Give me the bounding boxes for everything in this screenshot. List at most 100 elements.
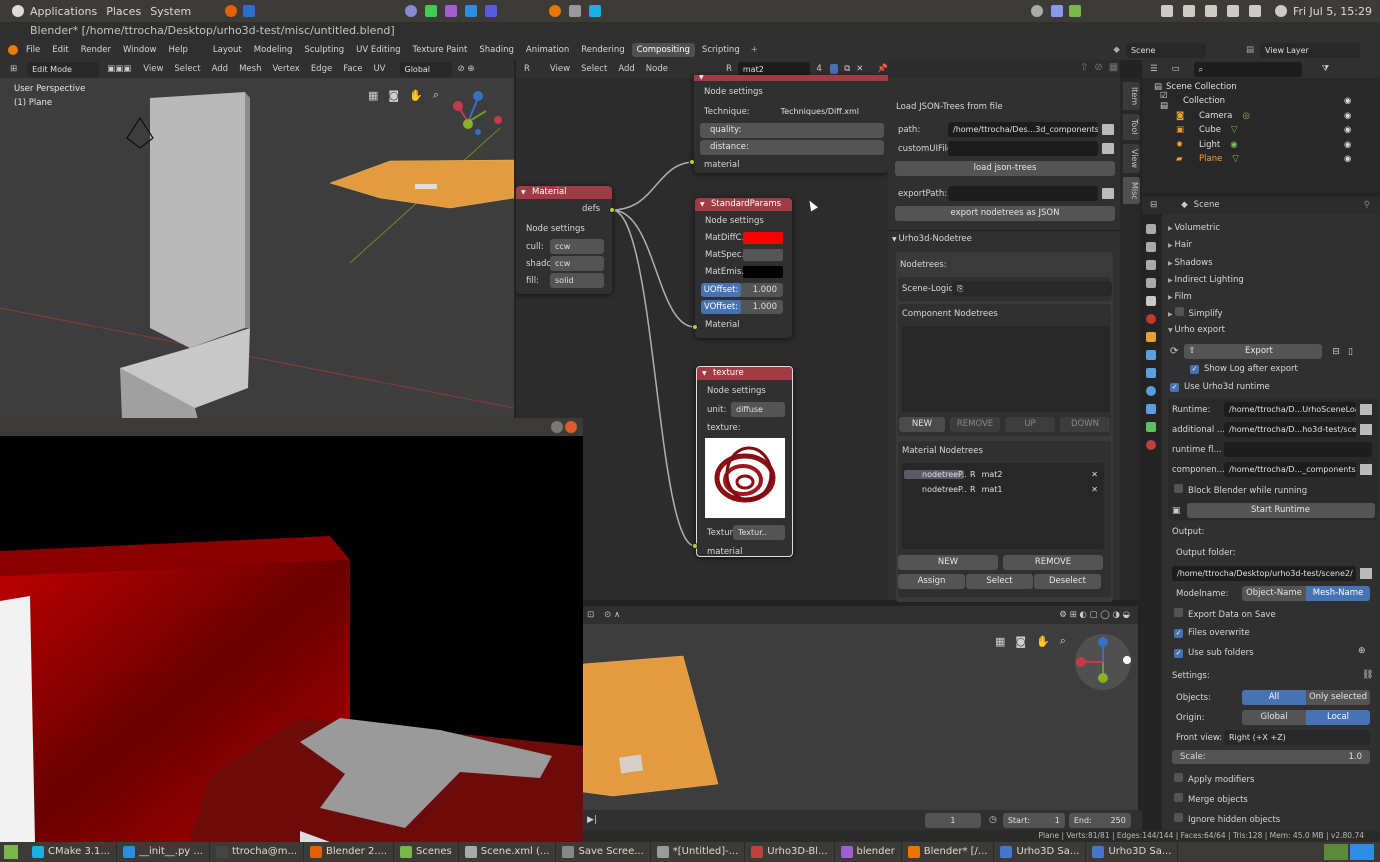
mail-tray-icon[interactable] [1226,5,1239,17]
taskbar-item[interactable]: Blender* [/... [902,842,995,862]
select-button[interactable]: Select [966,574,1033,589]
clock-icon[interactable]: ◷ [989,815,997,825]
component-new-button[interactable]: NEW [899,417,945,432]
voffset-field[interactable]: VOffset: 1.000 [701,300,783,314]
scene-tab-icon[interactable] [1146,296,1156,306]
runtime-flags-field[interactable] [1224,442,1372,457]
proportional-edit-icon[interactable]: ⊙ ∧ [604,610,620,620]
assign-button[interactable]: Assign [898,574,965,589]
origin-local-option[interactable]: Local [1306,710,1370,725]
sidebar-tab-view[interactable]: View [1123,143,1140,173]
playback-icon[interactable]: ▶| [587,815,597,825]
eye-icon[interactable]: ◉ [1344,96,1351,106]
parent-node-icon[interactable]: ⇧ [1080,62,1088,73]
menu-edge[interactable]: Edge [311,64,332,74]
zoom-icon[interactable]: ⌕ [433,88,439,102]
mat-specular-color[interactable] [743,249,783,261]
nodetree-panel-title[interactable]: ▼ Urho3d-Nodetree [892,234,972,244]
folder-icon[interactable] [1360,424,1372,435]
material-new-button[interactable]: NEW [898,555,998,570]
folder-icon[interactable] [1360,568,1372,579]
battery-tray-icon[interactable] [1068,5,1081,17]
section-film[interactable]: ▶ Film [1168,289,1378,306]
outliner-item-camera[interactable]: ◙ Camera ◎ ◉ [1160,109,1380,124]
texture-node-header[interactable]: texture [697,367,792,380]
thunderbird-launcher-icon[interactable] [243,5,256,17]
steam-tray-icon[interactable] [1030,5,1043,17]
zoom-icon[interactable]: ⌕ [1060,634,1066,648]
texture-preview[interactable] [705,438,785,518]
use-runtime-checkbox[interactable]: ✓ Use Urho3d runtime [1170,382,1270,392]
add-icon[interactable]: ⊕ [1358,646,1366,656]
workspace-tab-shading[interactable]: Shading [474,43,519,57]
settings-launcher-icon[interactable] [569,5,582,17]
taskbar-item[interactable]: Urho3D Sa... [994,842,1087,862]
outliner-item-collection[interactable]: ☑ ▤ Collection ◉ [1160,91,1380,111]
filter-icon[interactable]: ⧩ [1322,64,1330,74]
object-data-icon[interactable]: ▽ [1232,154,1239,164]
material-nodetree-item[interactable]: nodetreeP.. Rmat1 ✕ [902,482,1104,496]
menu-help[interactable]: Help [168,45,187,55]
menu-edit[interactable]: Edit [52,45,68,55]
nodetree-name[interactable]: mat2 [982,470,1003,479]
mat-diffuse-color[interactable] [743,232,783,244]
ubuntu-logo-icon[interactable] [12,5,24,17]
folder-icon[interactable] [1102,188,1114,199]
outliner-item-light[interactable]: ✹ Light ◉ ◉ [1160,138,1380,153]
sidebar-tab-misc[interactable]: Misc [1123,176,1140,205]
scene-logic-field[interactable]: ⎘ [952,281,1112,296]
app-launcher-icon[interactable] [405,5,418,17]
technique-node-header[interactable]: technique [694,75,888,81]
output-tab-icon[interactable] [1146,260,1156,270]
custom-ui-field[interactable] [948,141,1098,156]
technique-node[interactable]: technique Node settings Technique: Techn… [694,75,888,173]
shadow-select[interactable]: ccw [550,256,604,271]
outliner[interactable]: ☰ ▭ ⌕ ⧩ ▤ Scene Collection ☑ ▤ Collection ◉… [1142,60,1380,194]
current-frame-field[interactable]: 1 [924,812,981,828]
folder-icon[interactable] [1102,124,1114,135]
outliner-item-plane[interactable]: ▰ Plane ▽ ◉ [1160,152,1380,167]
refresh-icon[interactable]: ⟳ [1170,346,1178,357]
particles-tab-icon[interactable] [1146,368,1156,378]
grid-icon[interactable]: ▦ [368,89,378,102]
load-json-button[interactable]: load json-trees [895,161,1115,176]
network-tray-icon[interactable] [1160,5,1173,17]
runtime-field[interactable]: /home/ttrocha/D...UrhoSceneLoader [1224,402,1356,417]
outliner-item-cube[interactable]: ▣ Cube ▽ ◉ [1160,123,1380,138]
cull-select[interactable]: ccw [550,239,604,254]
object-data-icon[interactable]: ◎ [1242,111,1249,121]
pin-icon[interactable]: ⚲ [1364,200,1370,210]
taskbar-item[interactable]: blender [835,842,902,862]
cmake-launcher-icon[interactable] [589,5,602,17]
dropbox-tray-icon[interactable] [1182,5,1195,17]
view-layer-selector[interactable]: View Layer [1260,42,1360,58]
object-data-icon[interactable]: ▽ [1231,125,1238,135]
use-sub-folders-checkbox[interactable]: ✓ Use sub folders [1174,648,1254,658]
component-remove-button[interactable]: REMOVE [950,417,1000,432]
properties-editor[interactable]: ⊟ ◆ Scene ⚲ ▶ Volumetric ▶ Hair ▶ Shadows ▶… [1142,196,1380,830]
select-mode-icon[interactable]: ▣▣▣ [107,64,131,74]
taskbar-item[interactable]: CMake 3.1... [26,842,117,862]
distance-field[interactable]: distance: [700,140,884,155]
clock[interactable]: Fri Jul 5, 15:29 [1293,5,1372,18]
material-tab-icon[interactable] [1146,440,1156,450]
modifier-tab-icon[interactable] [1146,350,1156,360]
section-indirect-lighting[interactable]: ▶ Indirect Lighting [1168,272,1378,289]
taskbar-item[interactable]: Scene.xml (... [459,842,557,862]
render-tab-icon[interactable] [1146,242,1156,252]
minimize-button[interactable] [551,421,563,433]
defs-output-socket[interactable] [609,207,615,213]
menu-view[interactable]: View [143,64,163,74]
places-menu[interactable]: Places [106,5,141,18]
urho3d-player-window[interactable] [0,418,583,842]
standard-params-node[interactable]: StandardParams Node settings MatDiffC.. … [695,198,792,338]
files-overwrite-checkbox[interactable]: ✓ Files overwrite [1174,628,1250,638]
standard-material-socket[interactable] [692,324,698,330]
export-path-field[interactable] [948,186,1098,201]
texture-select[interactable]: Textur.. [733,525,785,540]
navigation-gizmo[interactable] [448,86,508,140]
view-layer-tab-icon[interactable] [1146,278,1156,288]
material-nodetree-list[interactable]: nodetreeP.. Rmat2 ✕ nodetreeP.. Rmat1 ✕ [902,463,1104,549]
editor-type-icon[interactable]: ⊞ [10,64,17,74]
add-workspace-icon[interactable]: + [751,45,758,55]
